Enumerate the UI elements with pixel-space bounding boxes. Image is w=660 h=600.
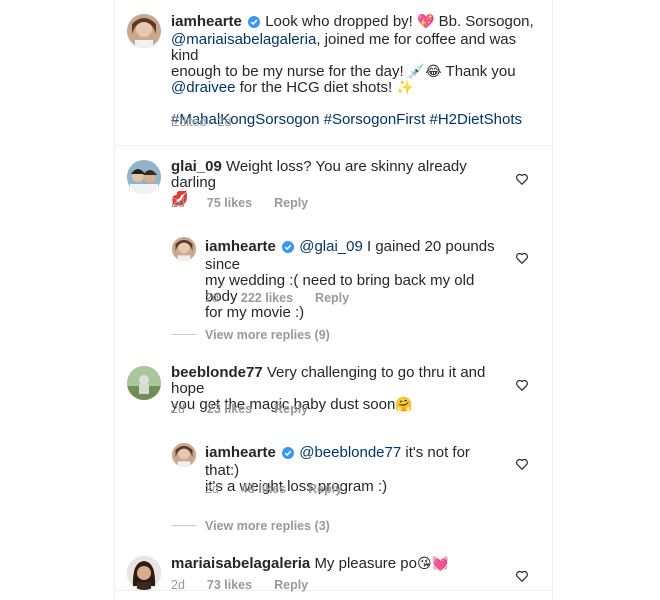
- comment-username[interactable]: glai_09: [171, 158, 222, 175]
- likes-count[interactable]: 75 likes: [207, 196, 252, 210]
- avatar-beeblonde77[interactable]: [127, 366, 161, 400]
- heart-outline-icon[interactable]: [515, 457, 529, 471]
- verified-badge-icon: [282, 241, 295, 257]
- caption-text: Look who dropped by!: [265, 13, 413, 30]
- avatar-iamhearte[interactable]: [127, 14, 161, 48]
- comment-meta: 2d 48 likes Reply: [205, 482, 364, 496]
- reply-button[interactable]: Reply: [274, 402, 308, 416]
- caption-meta: Edited · 2d: [171, 115, 232, 129]
- view-more-replies-button[interactable]: View more replies (9): [205, 328, 330, 342]
- comment-time: 2d: [205, 291, 219, 305]
- reply-iamhearte-1: iamhearte @glai_09 I gained 20 pounds si…: [205, 239, 505, 321]
- comment-username[interactable]: iamhearte: [205, 238, 276, 255]
- comment-mariaisabelagaleria: mariaisabelagaleria My pleasure po😘💓: [171, 556, 501, 572]
- likes-count[interactable]: 222 likes: [241, 291, 293, 305]
- hugging-face-emoji: 🤗: [395, 396, 413, 412]
- likes-count[interactable]: 23 likes: [207, 402, 252, 416]
- reply-button[interactable]: Reply: [308, 482, 342, 496]
- likes-count[interactable]: 48 likes: [241, 482, 286, 496]
- view-more-line: [172, 525, 196, 526]
- sparkles-emoji: ✨: [396, 79, 414, 95]
- mention-link[interactable]: @mariaisabelagaleria: [171, 31, 316, 48]
- reply-button[interactable]: Reply: [315, 291, 349, 305]
- comment-username[interactable]: beeblonde77: [171, 364, 263, 381]
- comment-text: My pleasure po: [314, 555, 417, 572]
- avatar-glai_09[interactable]: [127, 160, 161, 194]
- caption-text: enough to be my nurse for the day!: [171, 63, 404, 80]
- heart-outline-icon[interactable]: [515, 251, 529, 265]
- verified-badge-icon: [248, 16, 261, 32]
- likes-count[interactable]: 73 likes: [207, 578, 252, 592]
- reply-button[interactable]: Reply: [274, 578, 308, 592]
- mention-link[interactable]: @beeblonde77: [299, 444, 401, 461]
- mention-link[interactable]: @draivee: [171, 79, 235, 96]
- comment-meta: 2d 73 likes Reply: [171, 578, 330, 592]
- heart-outline-icon[interactable]: [515, 569, 529, 583]
- caption-text: Thank you: [445, 63, 516, 80]
- view-more-replies-button[interactable]: View more replies (3): [205, 519, 330, 533]
- caption-divider: [114, 145, 552, 146]
- sparkling-heart-emoji: 💖: [417, 13, 435, 29]
- caption: iamhearte Look who dropped by! 💖 Bb. Sor…: [171, 14, 541, 128]
- comment-time: 2d: [171, 402, 185, 416]
- avatar-iamhearte[interactable]: [172, 237, 196, 261]
- caption-text: Bb. Sorsogon,: [438, 13, 534, 30]
- caption-username[interactable]: iamhearte: [171, 13, 242, 30]
- verified-badge-icon: [282, 447, 295, 463]
- syringe-laugh-emoji: 💉😂: [407, 63, 442, 79]
- mention-link[interactable]: @glai_09: [299, 238, 363, 255]
- avatar-mariaisabelagaleria[interactable]: [127, 556, 161, 590]
- heart-outline-icon[interactable]: [515, 172, 529, 186]
- comment-username[interactable]: mariaisabelagaleria: [171, 555, 310, 572]
- comment-time: 2d: [171, 196, 185, 210]
- caption-text: for the HCG diet shots!: [239, 79, 393, 96]
- comment-time: 2d: [205, 482, 219, 496]
- view-more-line: [172, 334, 196, 335]
- kiss-heart-emoji: 😘💓: [417, 555, 450, 571]
- comment-username[interactable]: iamhearte: [205, 444, 276, 461]
- heart-outline-icon[interactable]: [515, 378, 529, 392]
- comment-time: 2d: [171, 578, 185, 592]
- reply-button[interactable]: Reply: [274, 196, 308, 210]
- comment-meta: 2d 222 likes Reply: [205, 291, 371, 305]
- avatar-iamhearte[interactable]: [172, 443, 196, 467]
- comment-meta: 2d 75 likes Reply: [171, 196, 330, 210]
- comment-meta: 2d 23 likes Reply: [171, 402, 330, 416]
- comment-text: for my movie :): [205, 304, 305, 321]
